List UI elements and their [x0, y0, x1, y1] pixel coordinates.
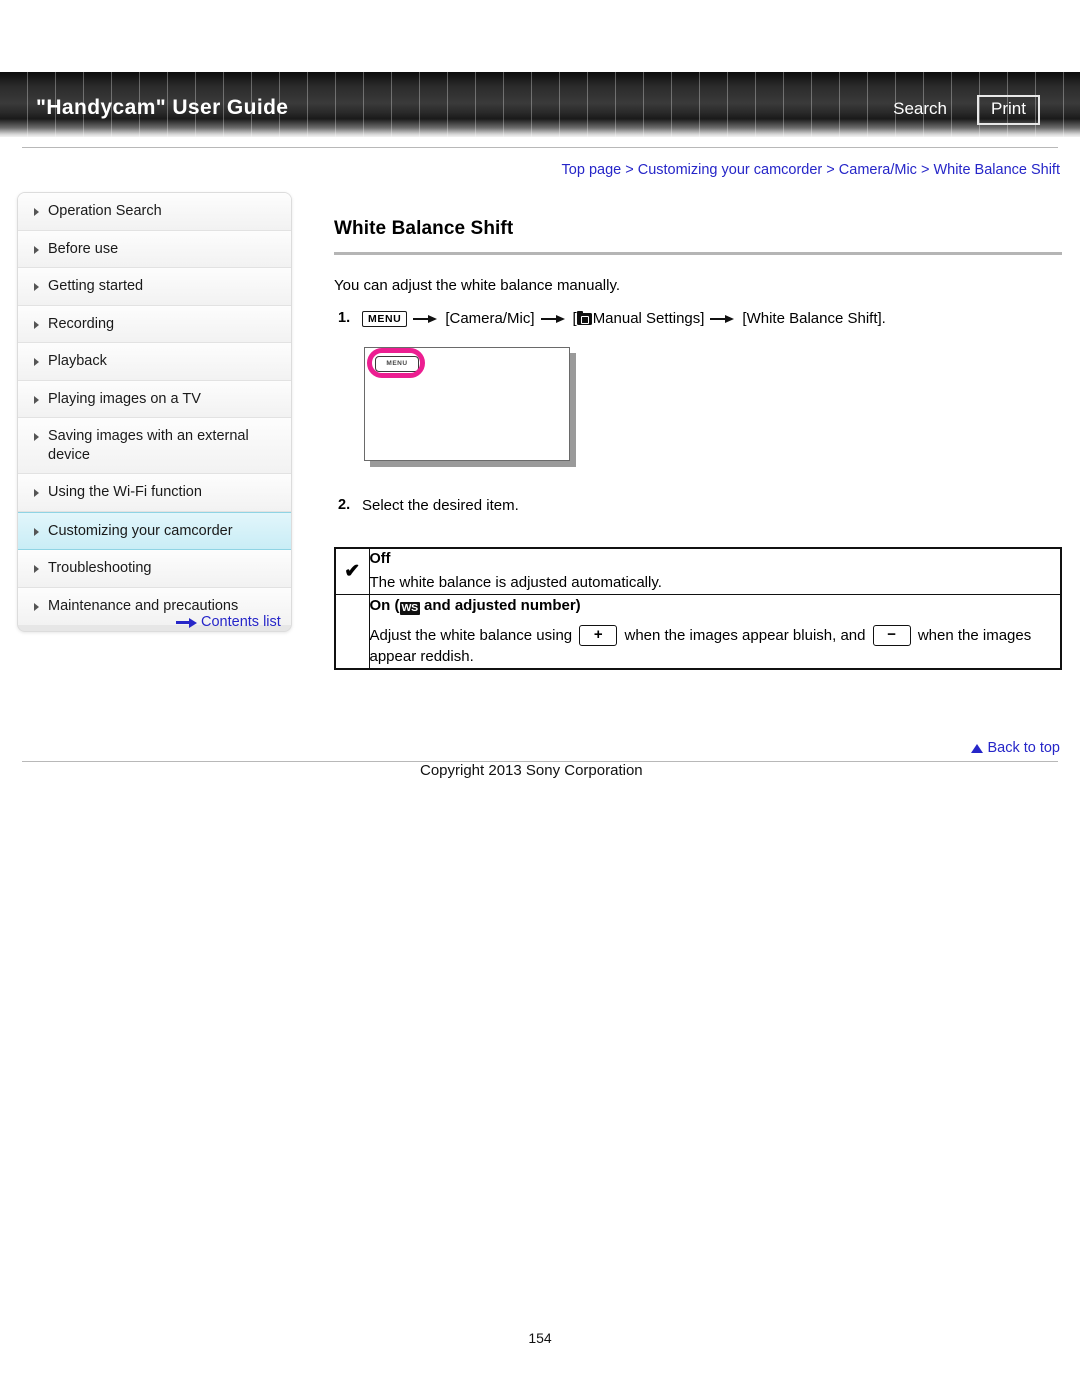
option-on-desc-part1: Adjust the white balance using: [369, 626, 573, 644]
illustration-menu-button[interactable]: MENU: [375, 355, 419, 372]
sidebar-item-playback[interactable]: Playback: [18, 343, 291, 381]
chevron-right-icon: [34, 208, 39, 216]
arrow-right-icon: [176, 617, 198, 628]
copyright-text: Copyright 2013 Sony Corporation: [420, 762, 643, 779]
plus-button-icon: +: [579, 624, 618, 647]
sidebar-item-label: Operation Search: [48, 203, 162, 219]
option-off-title: Off: [369, 551, 391, 567]
table-row: ✔ Off The white balance is adjusted auto…: [334, 547, 1062, 595]
step-2-text: Select the desired item.: [362, 496, 519, 514]
back-to-top-link[interactable]: Back to top: [971, 740, 1060, 756]
sidebar-item-label: Maintenance and precautions: [48, 598, 239, 615]
step-1-manual-settings: Manual Settings]: [592, 310, 705, 327]
sidebar-item-before-use[interactable]: Before use: [18, 230, 291, 269]
chevron-right-icon: [34, 433, 39, 442]
arrow-right-icon: [710, 313, 736, 325]
contents-list-link[interactable]: Contents list: [176, 614, 281, 630]
option-off-cell: Off The white balance is adjusted automa…: [368, 547, 1062, 595]
main-content: White Balance Shift You can adjust the w…: [334, 218, 1062, 671]
option-on-title-suffix: and adjusted number): [419, 596, 581, 614]
chevron-right-icon: [34, 527, 39, 536]
sidebar-item-label: Getting started: [48, 278, 144, 295]
sidebar-item-label: Playing images on a TV: [48, 390, 201, 407]
sidebar-item-label: Saving images with an external device: [48, 428, 249, 463]
option-on-description: Adjust the white balance using + when th…: [369, 624, 1061, 669]
sidebar-nav: Operation Search Before use Getting star…: [17, 192, 292, 632]
step-2-number: 2.: [338, 496, 351, 513]
search-button[interactable]: Search: [893, 99, 947, 119]
chevron-right-icon: [34, 283, 39, 292]
sidebar-item-operation-search[interactable]: Operation Search: [18, 193, 291, 231]
option-on-cell: On (WS and adjusted number) Adjust the w…: [368, 593, 1062, 670]
sidebar-item-getting-started[interactable]: Getting started: [18, 268, 291, 306]
sidebar-item-recording[interactable]: Recording: [18, 305, 291, 344]
sidebar-item-label: Customizing your camcorder: [48, 522, 233, 539]
title-divider: [334, 252, 1062, 255]
chevron-right-icon: [34, 320, 39, 329]
step-1: 1. MENU [Camera/Mic] [Manual Settings] […: [334, 308, 1062, 331]
back-to-top-label: Back to top: [987, 740, 1060, 756]
illustration-screen-frame: MENU: [364, 346, 570, 461]
arrow-right-icon: [413, 313, 439, 325]
print-button[interactable]: Print: [977, 95, 1040, 125]
option-on-title: On (WS and adjusted number): [370, 595, 1061, 617]
step-1-camera-mic: [Camera/Mic]: [445, 310, 535, 327]
step-1-number: 1.: [338, 310, 351, 326]
camcorder-icon: [576, 311, 592, 326]
sidebar-item-label: Playback: [48, 353, 107, 370]
option-off-description: The white balance is adjusted automatica…: [369, 574, 662, 592]
sidebar-item-label: Recording: [48, 315, 115, 332]
ws-icon: WS: [399, 601, 420, 616]
header-divider: [22, 147, 1058, 148]
chevron-right-icon: [34, 489, 39, 498]
menu-button-icon: MENU: [362, 311, 408, 328]
minus-button-icon: −: [872, 624, 911, 647]
screen-illustration: MENU: [364, 346, 578, 467]
checkmark-icon: ✔: [334, 547, 370, 595]
sidebar-item-label: Using the Wi-Fi function: [48, 484, 202, 501]
chevron-right-icon: [34, 603, 39, 612]
chevron-right-icon: [34, 565, 39, 574]
page-title: White Balance Shift: [334, 218, 514, 239]
triangle-up-icon: [971, 744, 984, 753]
app-title: "Handycam" User Guide: [36, 96, 289, 119]
sidebar-item-label: Before use: [48, 240, 119, 257]
chevron-right-icon: [34, 395, 39, 404]
step-1-line: MENU [Camera/Mic] [Manual Settings] [Whi…: [362, 308, 1062, 331]
sidebar-item-customizing-your-camcorder[interactable]: Customizing your camcorder: [18, 511, 291, 551]
intro-text: You can adjust the white balance manuall…: [334, 277, 621, 294]
breadcrumb[interactable]: Top page > Customizing your camcorder > …: [562, 162, 1060, 178]
checkmark-placeholder: [334, 593, 370, 670]
sidebar-item-saving-images-external-device[interactable]: Saving images with an external device: [18, 418, 291, 475]
chevron-right-icon: [34, 358, 39, 367]
page-number: 154: [528, 1330, 552, 1346]
option-on-desc-part2: when the images appear bluish, and: [624, 626, 866, 644]
sidebar-item-using-wifi-function[interactable]: Using the Wi-Fi function: [18, 474, 291, 512]
options-table: ✔ Off The white balance is adjusted auto…: [334, 547, 1062, 671]
option-on-title-prefix: On (: [369, 596, 400, 614]
sidebar-item-playing-images-on-a-tv[interactable]: Playing images on a TV: [18, 380, 291, 419]
step-1-white-balance-shift: [White Balance Shift].: [742, 310, 886, 327]
arrow-right-icon: [540, 313, 567, 325]
step-2: 2. Select the desired item.: [334, 495, 1062, 518]
sidebar-item-troubleshooting[interactable]: Troubleshooting: [18, 550, 291, 589]
table-row: On (WS and adjusted number) Adjust the w…: [334, 593, 1062, 670]
contents-list-label: Contents list: [201, 614, 281, 630]
sidebar-item-label: Troubleshooting: [48, 560, 152, 577]
chevron-right-icon: [34, 245, 39, 254]
